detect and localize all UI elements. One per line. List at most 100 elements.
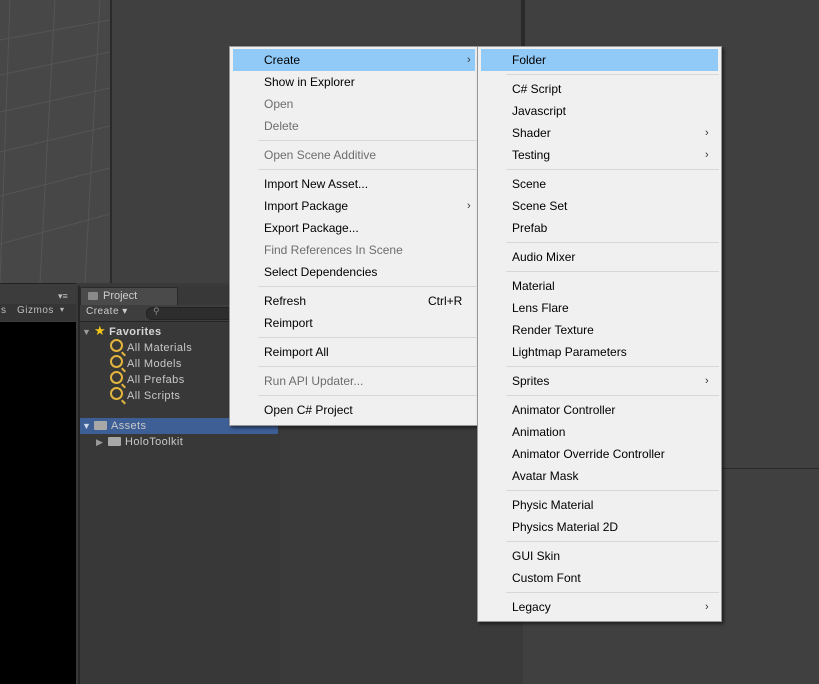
create-submenu: Folder C# Script Javascript Shader › Tes… <box>477 46 722 622</box>
menu-item-label: GUI Skin <box>512 549 561 563</box>
menu-item-create[interactable]: Create › <box>233 49 475 71</box>
assets-child-label: HoloToolkit <box>125 436 184 448</box>
menu-item-label: Open <box>264 97 294 111</box>
menu-separator <box>258 337 476 338</box>
menu-item-label: Custom Font <box>512 571 581 585</box>
menu-item-label: Find References In Scene <box>264 243 403 257</box>
menu-item-label: Open C# Project <box>264 403 353 417</box>
menu-item-shortcut: Ctrl+R <box>428 294 463 308</box>
submenu-item-gui-skin[interactable]: GUI Skin <box>481 545 718 567</box>
menu-item-import-package[interactable]: Import Package › <box>233 195 475 217</box>
game-view-partial-label: s <box>1 305 6 316</box>
triangle-down-icon[interactable]: ▼ <box>82 324 94 340</box>
submenu-item-lightmap-parameters[interactable]: Lightmap Parameters <box>481 341 718 363</box>
favorites-item[interactable]: All Materials <box>110 339 192 355</box>
menu-separator <box>506 366 719 367</box>
menu-item-select-dependencies[interactable]: Select Dependencies <box>233 261 475 283</box>
search-icon <box>110 371 123 384</box>
submenu-item-prefab[interactable]: Prefab <box>481 217 718 239</box>
favorites-item[interactable]: All Prefabs <box>110 371 185 387</box>
menu-item-label: Show in Explorer <box>264 75 355 89</box>
menu-separator <box>258 395 476 396</box>
submenu-item-audio-mixer[interactable]: Audio Mixer <box>481 246 718 268</box>
menu-item-label: C# Script <box>512 82 562 96</box>
submenu-item-legacy[interactable]: Legacy › <box>481 596 718 618</box>
menu-separator <box>258 140 476 141</box>
menu-item-label: Material <box>512 279 555 293</box>
submenu-item-scene-set[interactable]: Scene Set <box>481 195 718 217</box>
folder-icon <box>94 421 107 430</box>
submenu-item-animation[interactable]: Animation <box>481 421 718 443</box>
submenu-item-lens-flare[interactable]: Lens Flare <box>481 297 718 319</box>
submenu-item-testing[interactable]: Testing › <box>481 144 718 166</box>
favorites-item-label: All Materials <box>127 342 193 354</box>
menu-item-label: Select Dependencies <box>264 265 378 279</box>
project-create-button[interactable]: Create ▾ <box>86 306 138 319</box>
menu-item-label: Scene <box>512 177 547 191</box>
game-view-toolbar <box>0 283 76 322</box>
submenu-item-csharp-script[interactable]: C# Script <box>481 78 718 100</box>
submenu-item-folder[interactable]: Folder <box>481 49 718 71</box>
menu-separator <box>506 592 719 593</box>
menu-item-label: Lightmap Parameters <box>512 345 627 359</box>
submenu-item-physic-material[interactable]: Physic Material <box>481 494 718 516</box>
submenu-item-render-texture[interactable]: Render Texture <box>481 319 718 341</box>
menu-item-show-in-explorer[interactable]: Show in Explorer <box>233 71 475 93</box>
submenu-item-avatar-mask[interactable]: Avatar Mask <box>481 465 718 487</box>
scene-view[interactable] <box>0 0 112 283</box>
assets-header[interactable]: ▼ Assets <box>82 418 146 434</box>
menu-separator <box>506 74 719 75</box>
menu-item-label: Javascript <box>512 104 567 118</box>
triangle-right-icon[interactable]: ▶ <box>96 434 108 450</box>
assets-label: Assets <box>111 420 147 432</box>
tab-project[interactable]: Project <box>80 287 178 306</box>
submenu-item-shader[interactable]: Shader › <box>481 122 718 144</box>
favorites-item[interactable]: All Scripts <box>110 387 180 403</box>
menu-item-label: Run API Updater... <box>264 374 364 388</box>
menu-item-import-new-asset[interactable]: Import New Asset... <box>233 173 475 195</box>
tab-project-label: Project <box>103 290 138 302</box>
submenu-item-animator-override-controller[interactable]: Animator Override Controller <box>481 443 718 465</box>
menu-item-run-api-updater: Run API Updater... <box>233 370 475 392</box>
game-view <box>0 322 76 684</box>
submenu-item-scene[interactable]: Scene <box>481 173 718 195</box>
assets-child-folder[interactable]: ▶ HoloToolkit <box>96 434 183 450</box>
menu-item-label: Prefab <box>512 221 548 235</box>
chevron-right-icon: › <box>705 149 709 161</box>
menu-item-label: Avatar Mask <box>512 469 579 483</box>
submenu-item-sprites[interactable]: Sprites › <box>481 370 718 392</box>
submenu-item-animator-controller[interactable]: Animator Controller <box>481 399 718 421</box>
menu-item-label: Physics Material 2D <box>512 520 619 534</box>
menu-item-label: Open Scene Additive <box>264 148 377 162</box>
submenu-item-custom-font[interactable]: Custom Font <box>481 567 718 589</box>
menu-separator <box>506 242 719 243</box>
triangle-down-icon[interactable]: ▼ <box>82 418 94 434</box>
menu-item-export-package[interactable]: Export Package... <box>233 217 475 239</box>
menu-separator <box>258 286 476 287</box>
menu-item-label: Delete <box>264 119 299 133</box>
chevron-right-icon: › <box>705 375 709 387</box>
menu-item-reimport[interactable]: Reimport <box>233 312 475 334</box>
menu-item-label: Import Package <box>264 199 349 213</box>
folder-icon <box>108 437 121 446</box>
menu-item-open-csharp-project[interactable]: Open C# Project <box>233 399 475 421</box>
menu-item-label: Reimport <box>264 316 313 330</box>
menu-item-label: Refresh <box>264 294 307 308</box>
chevron-down-icon[interactable]: ▾ <box>60 305 64 314</box>
menu-item-label: Legacy <box>512 600 551 614</box>
favorites-item[interactable]: All Models <box>110 355 182 371</box>
favorites-item-label: All Models <box>127 358 182 370</box>
menu-item-reimport-all[interactable]: Reimport All <box>233 341 475 363</box>
submenu-item-javascript[interactable]: Javascript <box>481 100 718 122</box>
menu-item-refresh[interactable]: Refresh Ctrl+R <box>233 290 475 312</box>
menu-item-label: Physic Material <box>512 498 594 512</box>
submenu-item-material[interactable]: Material <box>481 275 718 297</box>
favorites-label: Favorites <box>109 326 162 338</box>
favorites-header[interactable]: ▼ ★ Favorites <box>82 323 162 339</box>
panel-menu-icon[interactable]: ▾≡ <box>58 291 68 302</box>
menu-item-label: Export Package... <box>264 221 359 235</box>
menu-item-open-scene-additive: Open Scene Additive <box>233 144 475 166</box>
menu-separator <box>506 541 719 542</box>
gizmos-button[interactable]: Gizmos <box>17 305 54 316</box>
submenu-item-physics-material-2d[interactable]: Physics Material 2D <box>481 516 718 538</box>
